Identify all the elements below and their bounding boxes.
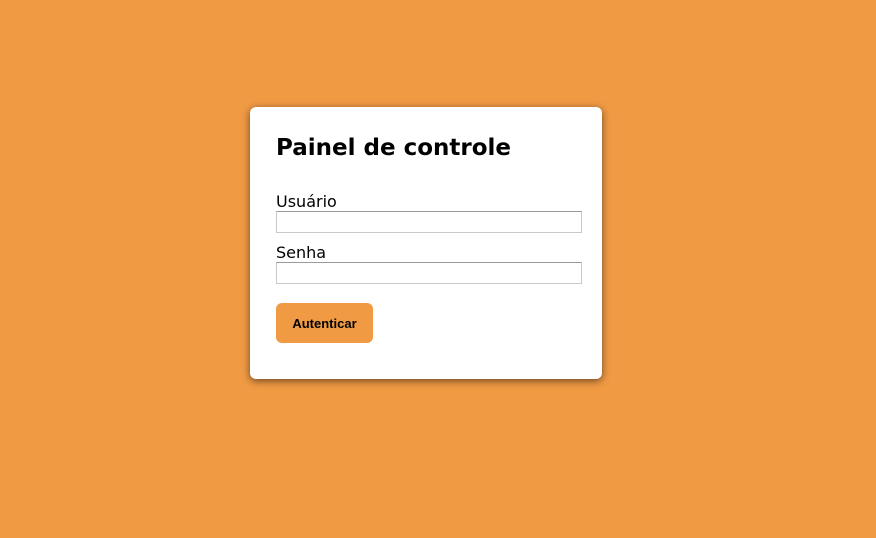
- authenticate-button[interactable]: Autenticar: [276, 303, 373, 343]
- password-label: Senha: [276, 243, 327, 262]
- username-field[interactable]: [276, 211, 582, 233]
- password-field[interactable]: [276, 262, 582, 284]
- login-card: Painel de controle Usuário Senha Autenti…: [250, 107, 602, 379]
- username-label: Usuário: [276, 192, 337, 211]
- page-title: Painel de controle: [276, 135, 512, 161]
